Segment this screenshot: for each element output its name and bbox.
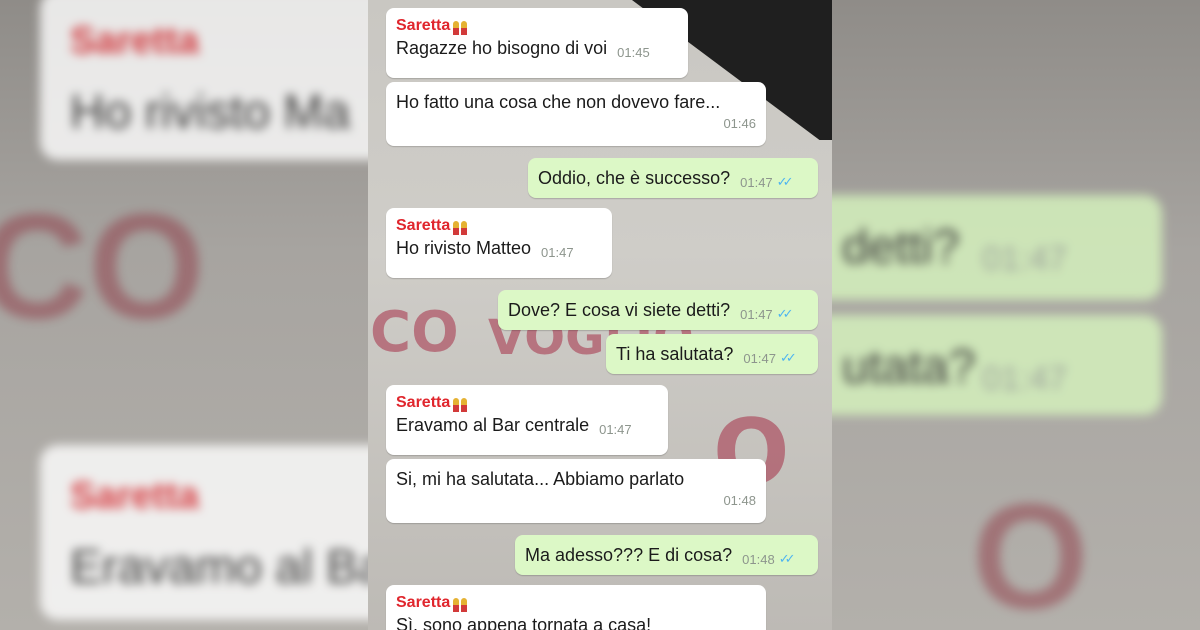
sender-name: Saretta [396,593,756,613]
message-incoming[interactable]: Ho fatto una cosa che non dovevo fare...… [386,82,766,146]
message-incoming[interactable]: Saretta Sì, sono appena tornata a casa! [386,585,766,630]
sender-name: Saretta [396,216,602,236]
background-time: 01:47 [982,240,1068,278]
background-time: 01:47 [982,360,1068,398]
message-time: 01:47 [599,422,632,437]
message-text: Dove? E cosa vi siete detti? [508,300,731,320]
background-message-text: Ho rivisto Ma [70,86,351,139]
message-text: Sì, sono appena tornata a casa! [396,615,652,630]
message-incoming[interactable]: Saretta Ragazze ho bisogno di voi 01:45 [386,8,688,78]
couple-emoji-icon [453,394,468,412]
message-text: Ho rivisto Matteo [396,238,532,258]
message-outgoing[interactable]: Ti ha salutata? 01:47 ✓✓ [606,334,818,374]
message-time: 01:48 [723,493,756,508]
message-text: Ma adesso??? E di cosa? [525,545,733,565]
background-sender-name: Saretta [70,475,199,517]
double-check-icon: ✓✓ [778,551,796,566]
couple-emoji-icon [453,17,468,35]
chat-screenshot: CO VOGLIO O Saretta Ragazze ho bisogno d… [368,0,832,630]
message-outgoing[interactable]: Dove? E cosa vi siete detti? 01:47 ✓✓ [498,290,818,330]
message-text: Ho fatto una cosa che non dovevo fare... [396,92,721,112]
double-check-icon: ✓✓ [779,350,797,365]
sender-name: Saretta [396,393,658,413]
double-check-icon: ✓✓ [776,306,794,321]
message-text: Oddio, che è successo? [538,168,731,188]
background-graffiti: O [972,472,1089,630]
message-time: 01:46 [723,116,756,131]
message-time: 01:47 [740,306,773,322]
message-time: 01:47 [743,350,776,366]
sender-name: Saretta [396,16,678,36]
message-time: 01:48 [742,551,775,567]
double-check-icon: ✓✓ [776,174,794,189]
background-left-blurred: CO Saretta Ho rivisto Ma Saretta Eravamo… [0,0,368,630]
background-right-blurred: O detti? 01:47 utata? 01:47 [832,0,1200,630]
couple-emoji-icon [453,594,468,612]
background-graffiti: CO [0,182,205,350]
message-text: Ti ha salutata? [616,344,734,364]
message-text: Eravamo al Bar centrale [396,415,590,435]
message-time: 01:45 [617,45,650,60]
background-message-text: detti? [842,221,960,274]
message-outgoing[interactable]: Oddio, che è successo? 01:47 ✓✓ [528,158,818,198]
couple-emoji-icon [453,217,468,235]
message-incoming[interactable]: Saretta Eravamo al Bar centrale 01:47 [386,385,668,455]
message-incoming[interactable]: Si, mi ha salutata... Abbiamo parlato 01… [386,459,766,523]
background-message-text: utata? [842,341,976,394]
message-text: Si, mi ha salutata... Abbiamo parlato [396,469,685,489]
message-time: 01:47 [740,174,773,190]
message-text: Ragazze ho bisogno di voi [396,38,608,58]
message-time: 01:47 [541,245,574,260]
message-outgoing[interactable]: Ma adesso??? E di cosa? 01:48 ✓✓ [515,535,818,575]
background-message-text: Eravamo al Ba [70,541,368,594]
message-incoming[interactable]: Saretta Ho rivisto Matteo 01:47 [386,208,612,278]
wallpaper-graffiti: CO [370,300,459,365]
background-sender-name: Saretta [70,20,199,62]
